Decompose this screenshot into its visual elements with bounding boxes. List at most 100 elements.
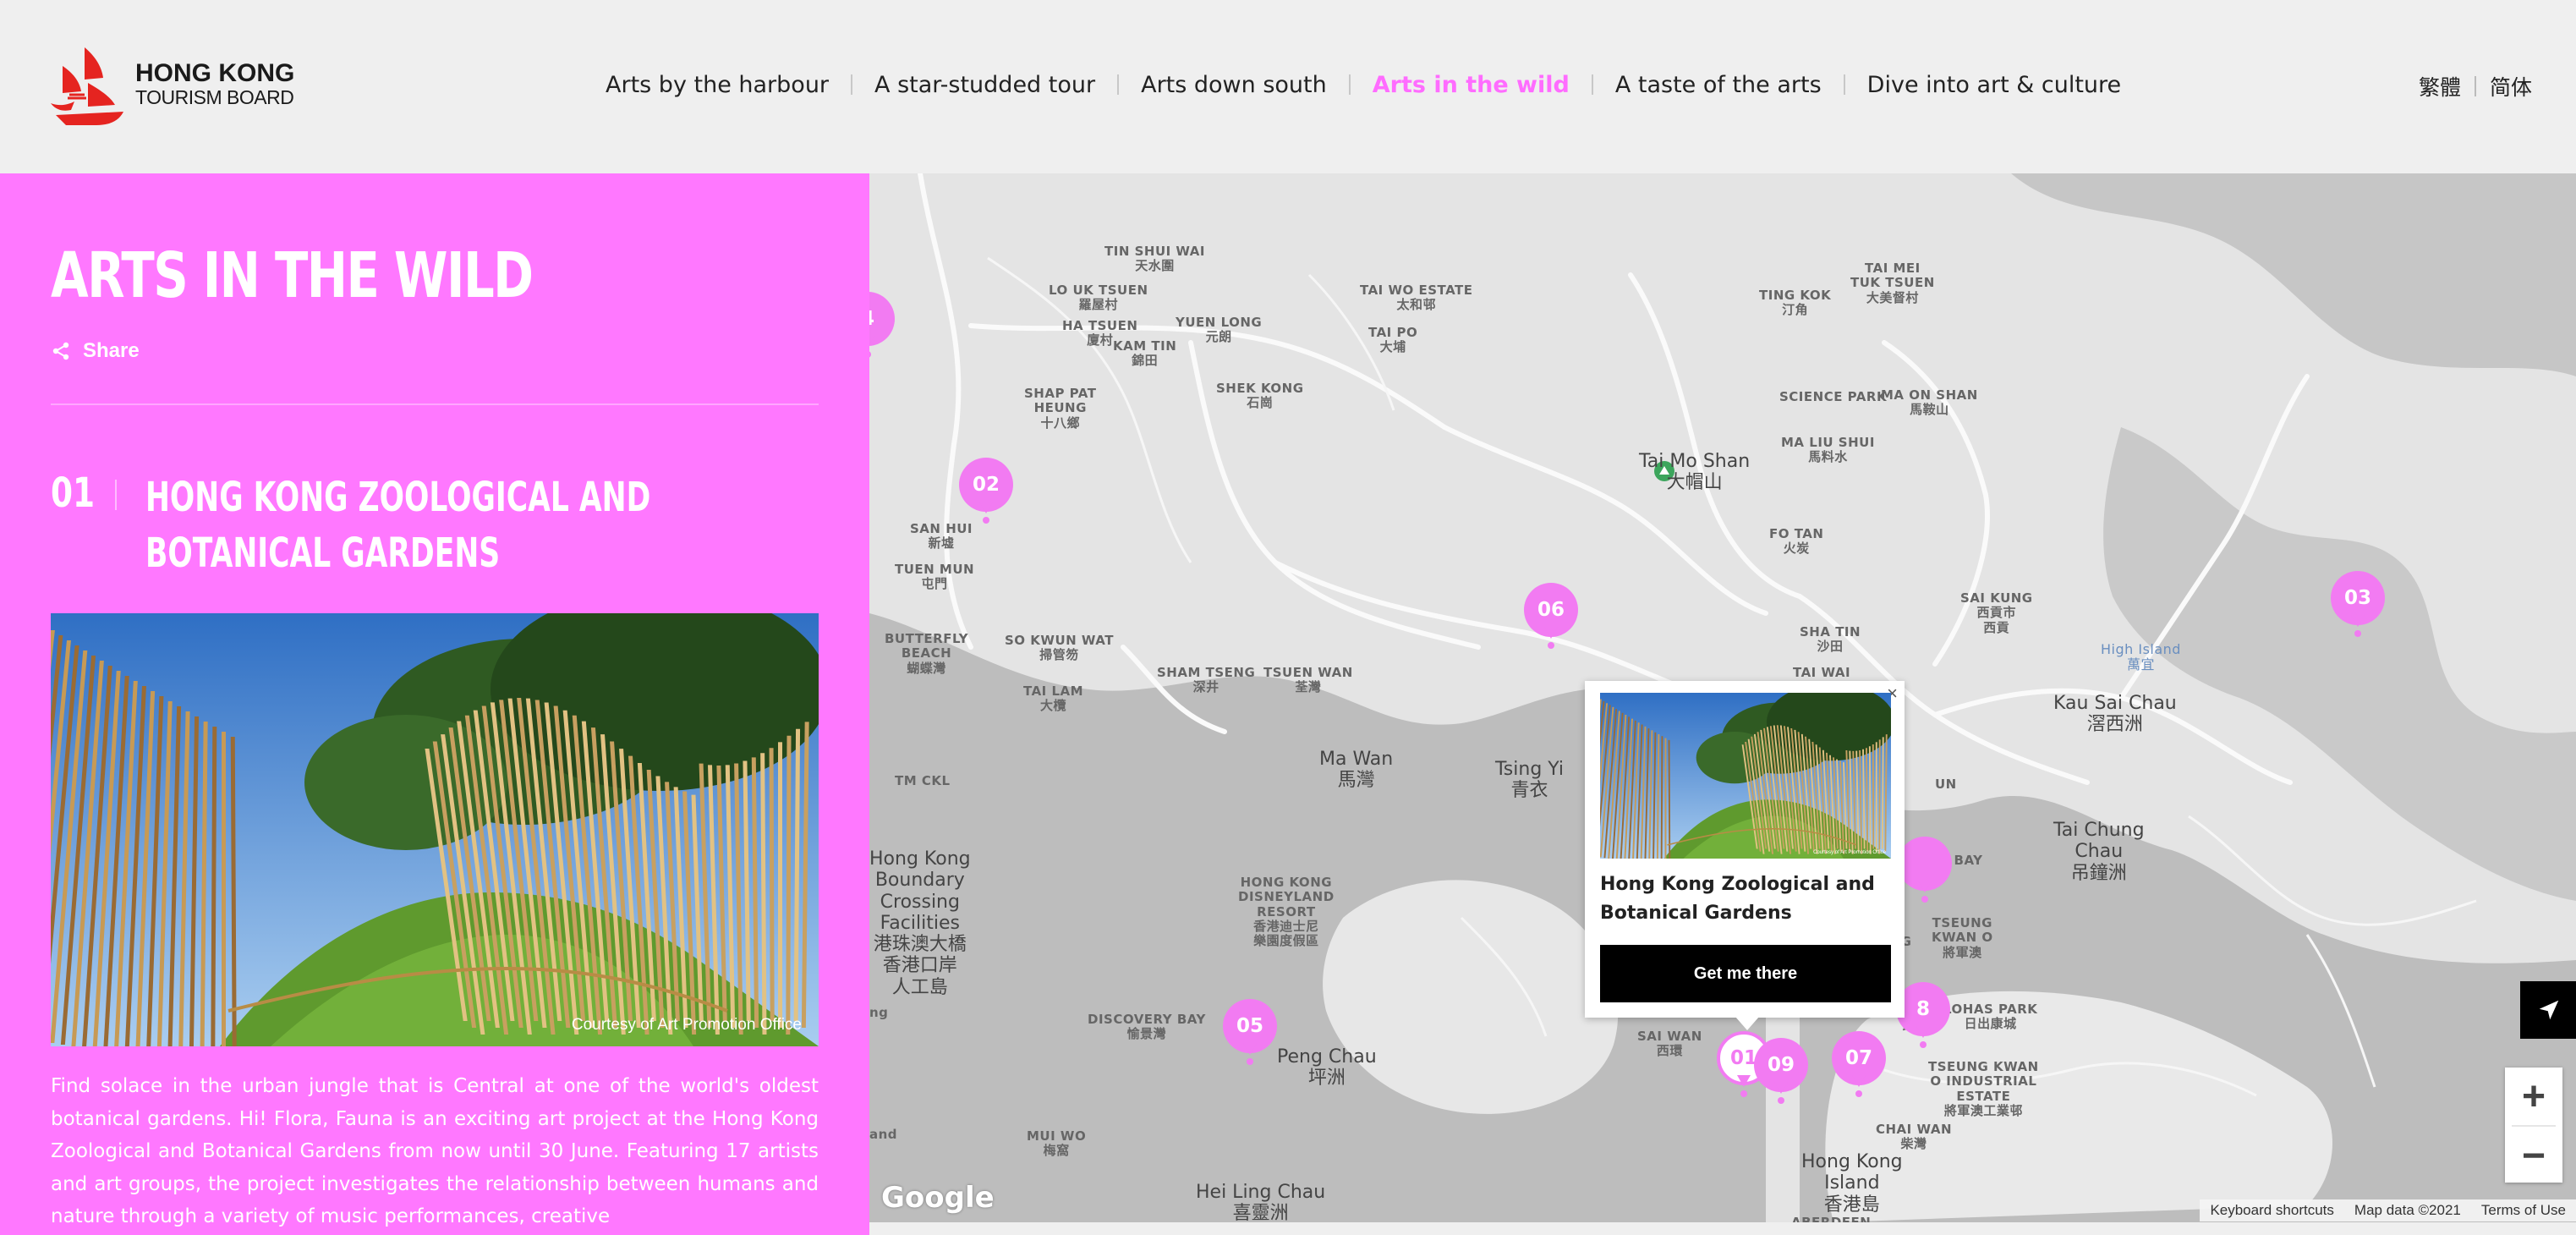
map-pin-dot [2354, 630, 2361, 637]
map-label: TING KOK 汀角 [1759, 288, 1832, 318]
nav-item-6[interactable]: Dive into art & culture [1845, 72, 2144, 98]
map-label: MA ON SHAN 馬鞍山 [1881, 387, 1978, 418]
map-label: BUTTERFLY BEACH 蝴蝶灣 [885, 631, 969, 676]
nav-item-3[interactable]: Arts down south [1119, 72, 1349, 98]
map-pin-dot [1247, 1058, 1253, 1065]
map-pin-tail [979, 502, 993, 513]
hktb-logo[interactable]: HONG KONG TOURISM BOARD [51, 44, 313, 129]
divider [51, 403, 819, 405]
navigation-arrow-icon [2539, 1000, 2559, 1020]
stop-number-divider [115, 480, 117, 510]
map-pin-tail [1852, 1075, 1866, 1087]
map-label: SHA TIN 沙田 [1800, 624, 1861, 655]
map-label: Tsing Yi 青衣 [1495, 759, 1565, 802]
google-logo[interactable]: Google [881, 1181, 995, 1215]
map-label: ABERDEEN [1791, 1215, 1872, 1222]
map-pin[interactable]: 09 [1754, 1038, 1808, 1104]
photo-caption: Courtesy of Art Promotion Office [571, 1016, 802, 1034]
map-label: Kau Sai Chau 滘西洲 [2053, 693, 2177, 736]
map-pin-tail [869, 336, 874, 348]
logo-line2: TOURISM BOARD [135, 86, 294, 108]
nav-item-2[interactable]: A star-studded tour [852, 72, 1117, 98]
map-label: TSUEN WAN 荃灣 [1263, 665, 1353, 695]
map-label: TAI WAI [1793, 665, 1851, 680]
stop-number: 01 [51, 469, 96, 517]
map-label: SHEK KONG 石崗 [1216, 381, 1304, 411]
map-label: Ma Wan 馬灣 [1319, 749, 1394, 792]
nav-item-4[interactable]: Arts in the wild [1351, 72, 1592, 98]
map-label: TAI LAM 大欖 [1023, 683, 1084, 714]
map-pin[interactable]: 07 [1832, 1031, 1886, 1097]
route-panel[interactable]: ARTS IN THE WILD Share 01 HONG KONG ZOOL… [0, 173, 869, 1235]
map-label: Peng Chau 坪洲 [1277, 1046, 1377, 1090]
map-pin-tail [1737, 1075, 1751, 1087]
map-label: TAI PO 大埔 [1368, 325, 1418, 355]
popup-title: Hong Kong Zoological and Botanical Garde… [1600, 874, 1875, 924]
map-pin[interactable]: 02 [959, 458, 1013, 524]
zoom-out-button[interactable]: − [2505, 1127, 2562, 1184]
map-pin-dot [1921, 896, 1928, 903]
popup-photo-caption: Courtesy of Art Promotion Office [1813, 850, 1886, 855]
my-location-button[interactable] [2520, 981, 2576, 1039]
map-label: TIN SHUI WAI 天水圍 [1104, 244, 1205, 274]
map-label: TSEUNG KWAN O INDUSTRIAL ESTATE 將軍澳工業邨 [1928, 1059, 2039, 1118]
stop-description: Find solace in the urban jungle that is … [51, 1075, 819, 1227]
map-label: TAI MEI TUK TSUEN 大美督村 [1850, 261, 1935, 305]
stop-photo: Courtesy of Art Promotion Office [51, 613, 819, 1046]
map-label: SHAM TSENG 深井 [1157, 665, 1256, 695]
map-label: TSEUNG KWAN O 將軍澳 [1932, 915, 1993, 960]
lang-simplified-link[interactable]: 简体 [2490, 71, 2532, 102]
keyboard-shortcuts-link[interactable]: Keyboard shortcuts [2200, 1202, 2343, 1219]
map-label: LOHAS PARK 日出康城 [1943, 1002, 2038, 1032]
map-label: Tai Mo Shan 大帽山 [1639, 451, 1751, 494]
header: HONG KONG TOURISM BOARD Arts by the harb… [0, 0, 2576, 173]
map-pin[interactable] [1898, 837, 1952, 903]
map-label: LO UK TSUEN 羅屋村 [1049, 283, 1148, 313]
map-pin-dot [1855, 1090, 1862, 1097]
terms-of-use-link[interactable]: Terms of Use [2471, 1202, 2576, 1219]
share-label: Share [83, 339, 140, 362]
share-button[interactable]: Share [51, 339, 140, 363]
get-me-there-button[interactable]: Get me there [1600, 945, 1891, 1002]
map-pin-tail [1544, 627, 1558, 639]
nav-item-5[interactable]: A taste of the arts [1593, 72, 1844, 98]
map-label: DISCOVERY BAY 愉景灣 [1088, 1012, 1206, 1042]
map-pin-dot [1548, 642, 1554, 649]
bamboo-installation-thumbnail [1600, 693, 1891, 859]
map-label: Hei Ling Chau 喜靈洲 [1196, 1182, 1326, 1222]
map-label: Hong Kong Island 香港島 [1801, 1151, 1903, 1216]
map-pin[interactable]: 03 [2331, 571, 2385, 637]
map-label: SO KWUN WAT 掃管笏 [1005, 633, 1114, 663]
stop-title: HONG KONG ZOOLOGICAL AND BOTANICAL GARDE… [145, 474, 651, 577]
map-label: HONG KONG DISNEYLAND RESORT 香港迪士尼 樂園度假區 [1238, 875, 1335, 948]
lang-traditional-link[interactable]: 繁體 [2419, 71, 2461, 102]
map-label: YUEN LONG 元朗 [1176, 315, 1263, 345]
lang-divider [2474, 76, 2476, 96]
map-label: FO TAN 火炭 [1769, 526, 1824, 557]
bamboo-installation-image [51, 613, 819, 1046]
map-pin-tail [1918, 881, 1932, 892]
map-label: SCIENCE PARK [1779, 389, 1888, 404]
map-label: High Island 萬宜 [2101, 641, 2181, 673]
map-label: SAI KUNG 西貢市 西貢 [1960, 590, 2033, 635]
map-label: Hong Kong Boundary Crossing Facilities 港… [869, 848, 971, 998]
map-label: SAI WAN 西環 [1637, 1029, 1702, 1059]
nav-item-1[interactable]: Arts by the harbour [584, 72, 851, 98]
map-pin[interactable]: 05 [1223, 999, 1277, 1065]
map-pin-tail [2351, 615, 2365, 627]
map-label: and [869, 1127, 898, 1142]
map-data-notice: Map data ©2021 [2354, 1202, 2461, 1218]
language-switcher: 繁體 简体 [2419, 71, 2532, 102]
bottom-strip [869, 1222, 2576, 1235]
map-label: TAI WO ESTATE 太和邨 [1360, 283, 1473, 313]
map-info-popup: × Courtesy of Art Promotion Office Hong … [1585, 681, 1905, 1018]
map-attribution: Keyboard shortcuts Map data ©2021 Terms … [2200, 1199, 2576, 1221]
map-pin[interactable]: 06 [1524, 583, 1578, 649]
map-label: KAM TIN 錦田 [1113, 338, 1177, 369]
map-pin[interactable]: 4 [869, 292, 895, 358]
popup-pointer [1735, 1017, 1759, 1030]
map-label: CHAI WAN 柴灣 [1876, 1122, 1953, 1152]
popup-photo: Courtesy of Art Promotion Office [1600, 693, 1891, 859]
map-label: ng [869, 1005, 889, 1020]
zoom-in-button[interactable]: + [2505, 1068, 2562, 1125]
